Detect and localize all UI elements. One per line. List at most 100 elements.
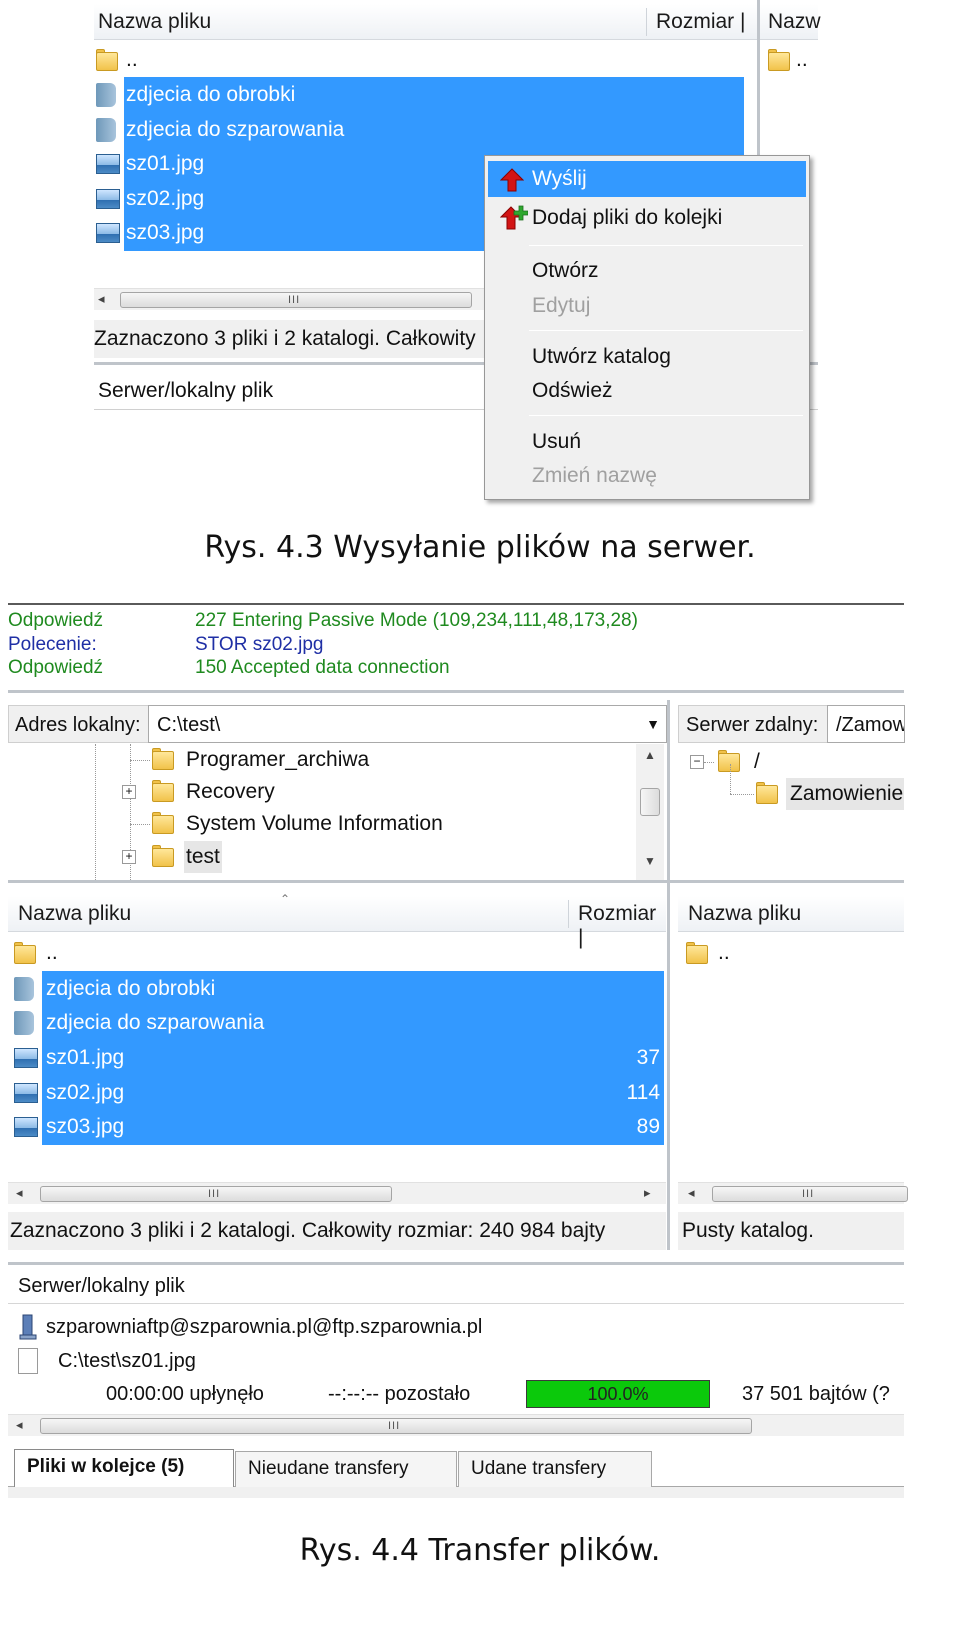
scrollbar-thumb[interactable]: III	[120, 292, 472, 308]
queue-horizontal-scrollbar[interactable]: ◂ III	[8, 1414, 904, 1436]
image-file-icon	[14, 1117, 38, 1137]
local-directory-tree: Programer_archiwa + Recovery System Volu…	[8, 744, 666, 880]
folder-icon	[96, 49, 118, 71]
file-list-header: Nazwa pliku Rozmiar |	[94, 4, 757, 40]
dropdown-arrow-icon[interactable]: ▼	[646, 716, 660, 732]
list-item-up[interactable]: ..	[10, 935, 664, 971]
list-item-up[interactable]: ..	[94, 42, 744, 78]
column-name-header[interactable]: Nazwa pliku	[98, 10, 211, 34]
remote-list-item-up[interactable]: ..	[680, 935, 904, 971]
remote-address-input[interactable]: /Zamow	[827, 705, 905, 743]
scroll-left-icon[interactable]: ◂	[16, 1417, 23, 1433]
expand-icon[interactable]: +	[122, 785, 136, 799]
upload-arrow-icon	[500, 168, 524, 192]
remote-address-bar: Serwer zdalny: /Zamow	[678, 705, 905, 743]
remote-column-name-header[interactable]: Nazw	[768, 10, 821, 34]
scrollbar-thumb[interactable]	[640, 788, 660, 816]
remote-list-header: Nazw	[760, 4, 821, 40]
scroll-left-icon[interactable]: ◂	[98, 291, 105, 307]
tab-successful-transfers[interactable]: Udane transfery	[458, 1451, 652, 1487]
directory-icon	[14, 1011, 36, 1035]
bytes-transferred: 37 501 bajtów (?	[742, 1383, 890, 1405]
file-icon	[18, 1348, 38, 1374]
folder-icon	[686, 942, 708, 964]
folder-icon	[152, 845, 174, 867]
file-size: 37	[636, 1046, 660, 1069]
progress-bar: 100.0%	[526, 1380, 710, 1408]
queue-header: Serwer/lokalny plik	[8, 1268, 904, 1304]
remote-list-header: Nazwa pliku	[678, 896, 904, 932]
tab-failed-transfers[interactable]: Nieudane transfery	[235, 1451, 457, 1487]
scrollbar-thumb[interactable]: III	[712, 1186, 908, 1202]
scroll-left-icon[interactable]: ◂	[688, 1185, 695, 1201]
scrollbar-thumb[interactable]: III	[40, 1418, 752, 1434]
splitter[interactable]	[8, 880, 904, 883]
remote-column-name-header[interactable]: Nazwa pliku	[688, 902, 801, 926]
scroll-down-icon[interactable]: ▼	[644, 854, 656, 868]
image-file-icon	[14, 1048, 38, 1068]
top-border	[8, 603, 904, 605]
queue-server-row[interactable]: szparowniaftp@szparownia.pl@ftp.szparown…	[8, 1310, 904, 1344]
menu-item-add-to-queue[interactable]: Dodaj pliki do kolejki	[488, 200, 806, 236]
menu-item-rename: Zmień nazwę	[532, 464, 657, 487]
list-item-dir-obrobki[interactable]: zdjecia do obrobki	[124, 77, 744, 113]
scroll-left-icon[interactable]: ◂	[16, 1185, 23, 1201]
list-item-sz03[interactable]: sz03.jpg 89	[42, 1109, 664, 1145]
menu-item-create-directory[interactable]: Utwórz katalog	[488, 339, 806, 375]
elapsed-time: 00:00:00 upłynęło	[106, 1383, 264, 1405]
list-item-sz01[interactable]: sz01.jpg 37	[42, 1040, 664, 1076]
column-separator[interactable]	[646, 8, 647, 36]
splitter[interactable]	[8, 1262, 904, 1265]
vertical-scrollbar[interactable]: ▲ ▼	[636, 744, 664, 880]
menu-item-send[interactable]: Wyślij	[488, 161, 806, 197]
remote-horizontal-scrollbar[interactable]: ◂ III	[678, 1182, 908, 1204]
local-address-label: Adres lokalny:	[15, 714, 141, 736]
column-size-header[interactable]: Rozmiar |	[656, 10, 745, 34]
figure-caption: Rys. 4.4 Transfer plików.	[299, 1533, 661, 1568]
folder-icon	[152, 812, 174, 834]
local-address-bar: Adres lokalny: C:\test\ ▼	[8, 705, 667, 743]
image-file-icon	[14, 1083, 38, 1103]
pane-splitter[interactable]	[667, 700, 670, 1250]
remote-list-item-up[interactable]: ..	[762, 42, 818, 78]
list-item-dir-obrobki[interactable]: zdjecia do obrobki	[42, 971, 664, 1007]
folder-icon	[14, 942, 36, 964]
menu-item-refresh[interactable]: Odśwież	[488, 373, 806, 409]
column-separator[interactable]	[568, 900, 569, 928]
server-icon	[19, 1314, 37, 1340]
collapse-icon[interactable]: −	[690, 755, 704, 769]
list-item-dir-szparowania[interactable]: zdjecia do szparowania	[42, 1005, 664, 1041]
local-status-bar: Zaznaczono 3 pliki i 2 katalogi. Całkowi…	[8, 1212, 666, 1250]
tab-queued-files[interactable]: Pliki w kolejce (5)	[14, 1449, 234, 1487]
context-menu: Wyślij Dodaj pliki do kolejki Otwórz Edy…	[484, 155, 810, 500]
folder-icon	[152, 780, 174, 802]
add-to-queue-icon	[500, 205, 528, 230]
menu-separator	[529, 415, 803, 416]
file-size: 89	[636, 1115, 660, 1138]
file-size: 114	[626, 1081, 660, 1104]
image-file-icon	[96, 189, 120, 209]
scrollbar-thumb[interactable]: III	[40, 1186, 392, 1202]
list-item-sz02[interactable]: sz02.jpg 114	[42, 1075, 664, 1111]
log-line: Odpowiedź 227 Entering Passive Mode (109…	[8, 610, 638, 631]
menu-item-open[interactable]: Otwórz	[488, 253, 806, 289]
splitter[interactable]	[8, 690, 904, 693]
menu-separator	[529, 245, 803, 246]
folder-icon	[152, 748, 174, 770]
remaining-time: --:--:-- pozostało	[328, 1383, 471, 1405]
progress-label: 100.0%	[587, 1384, 649, 1404]
scroll-right-icon[interactable]: ▸	[644, 1185, 651, 1201]
menu-item-delete[interactable]: Usuń	[488, 424, 806, 460]
menu-separator	[529, 330, 803, 331]
remote-address-label: Serwer zdalny:	[686, 714, 819, 736]
local-address-input[interactable]: C:\test\ ▼	[148, 705, 667, 743]
column-name-header[interactable]: Nazwa pliku	[18, 902, 131, 926]
horizontal-scrollbar[interactable]: ◂ III ▸	[8, 1182, 666, 1204]
queue-file-row[interactable]: C:\test\sz01.jpg	[8, 1344, 904, 1378]
list-item-dir-szparowania[interactable]: zdjecia do szparowania	[124, 112, 744, 148]
tab-bar-bottom	[8, 1486, 904, 1498]
expand-icon[interactable]: +	[122, 850, 136, 864]
scroll-up-icon[interactable]: ▲	[644, 748, 656, 762]
message-log: Odpowiedź 227 Entering Passive Mode (109…	[8, 610, 904, 682]
folder-icon	[718, 750, 740, 772]
